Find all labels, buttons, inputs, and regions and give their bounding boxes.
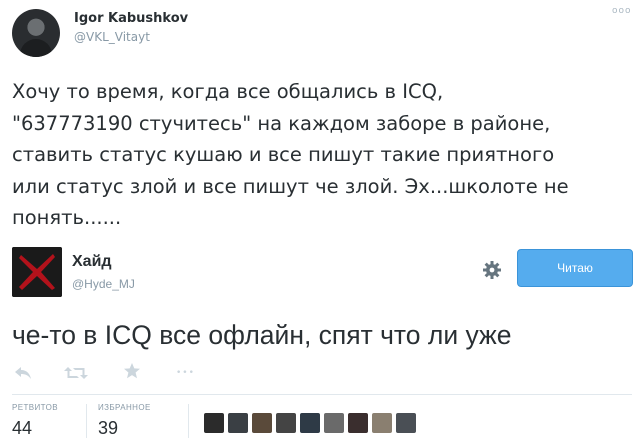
retweet-icon[interactable] (64, 365, 88, 379)
favorite-star-icon[interactable] (123, 362, 141, 380)
more-options-icon[interactable]: ooo (612, 6, 632, 16)
liker-avatar[interactable] (276, 413, 296, 433)
favorites-label[interactable]: ИЗБРАННОЕ (98, 403, 151, 412)
follow-button[interactable]: Читаю (517, 249, 633, 287)
red-x-icon (12, 247, 62, 297)
more-actions-icon[interactable]: ••• (176, 368, 195, 378)
retweets-label[interactable]: РЕТВИТОВ (12, 403, 58, 412)
liker-avatar[interactable] (204, 413, 224, 433)
quoted-author-name[interactable]: Хайд (72, 253, 112, 271)
liker-avatar[interactable] (252, 413, 272, 433)
liker-avatar[interactable] (372, 413, 392, 433)
liker-avatars (204, 413, 416, 433)
liker-avatar[interactable] (396, 413, 416, 433)
reply-icon[interactable] (14, 365, 32, 379)
quoted-tweet-text: че-то в ICQ все офлайн, спят что ли уже (12, 320, 512, 350)
author-handle[interactable]: @VKL_Vitayt (74, 30, 150, 44)
author-name[interactable]: Igor Kabushkov (74, 11, 188, 26)
favorites-count[interactable]: 39 (98, 418, 118, 439)
stat-divider (188, 404, 189, 438)
liker-avatar[interactable] (300, 413, 320, 433)
quoted-author-handle[interactable]: @Hyde_MJ (72, 277, 135, 291)
retweets-count[interactable]: 44 (12, 418, 32, 439)
stat-divider (86, 404, 87, 438)
liker-avatar[interactable] (324, 413, 344, 433)
liker-avatar[interactable] (348, 413, 368, 433)
gear-icon[interactable] (481, 259, 503, 281)
divider (12, 394, 632, 395)
tweet-text: Хочу то время, когда все общались в ICQ,… (12, 80, 569, 229)
quoted-author-avatar[interactable] (12, 247, 62, 297)
author-avatar[interactable] (12, 9, 60, 57)
liker-avatar[interactable] (228, 413, 248, 433)
